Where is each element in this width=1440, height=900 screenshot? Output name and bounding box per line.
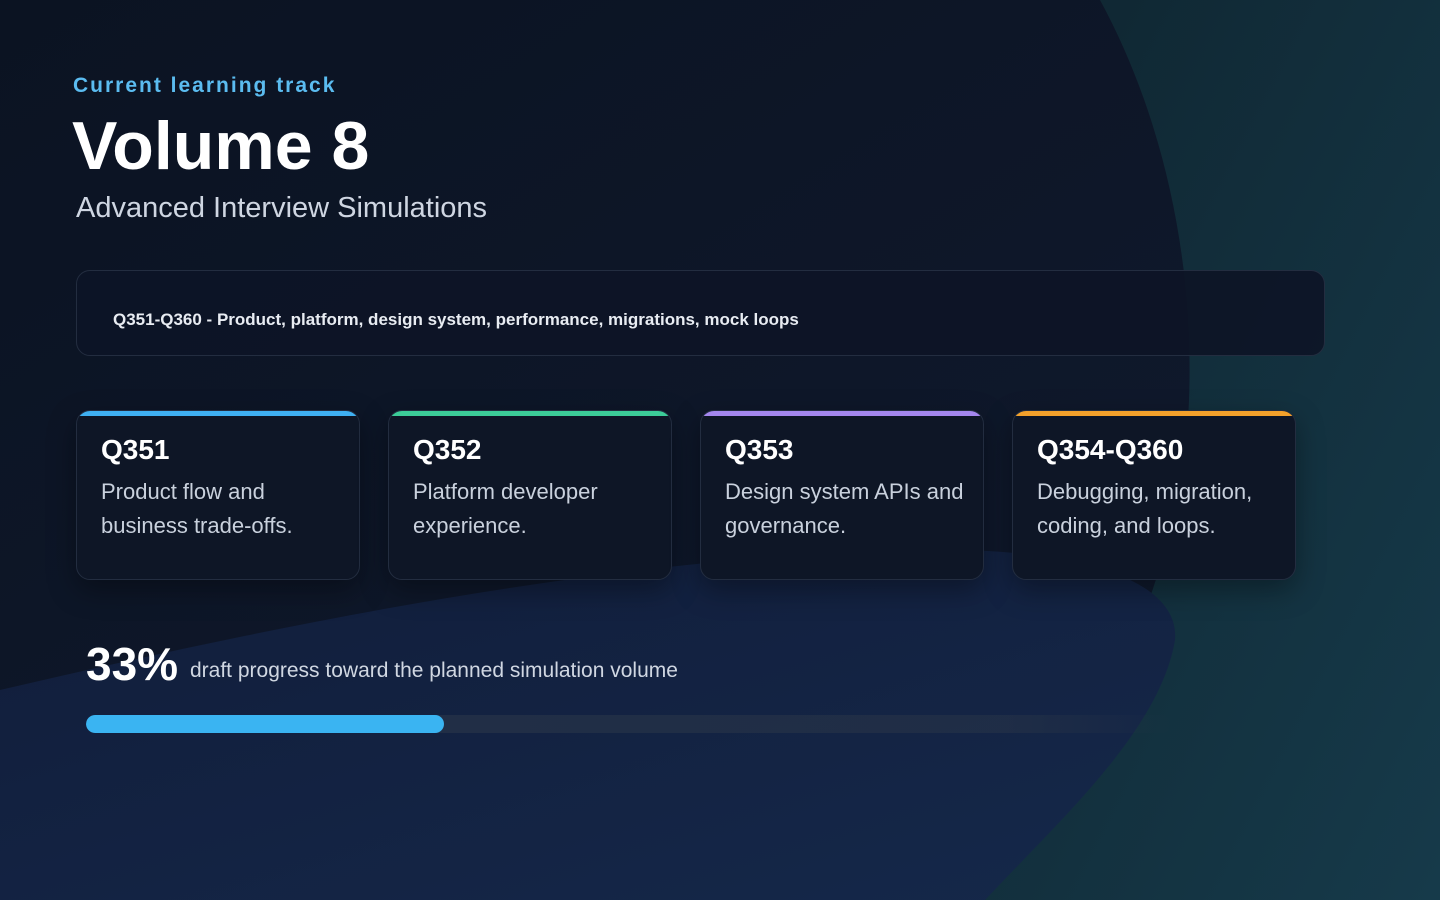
topic-id: Q352 — [413, 434, 482, 465]
progress-bar — [86, 715, 1171, 733]
topic-accent-bar — [77, 411, 359, 416]
learning-track-screen: Current learning track Volume 8 Advanced… — [0, 0, 1440, 900]
topic-accent-bar — [701, 411, 983, 416]
topic-accent-bar — [1013, 411, 1295, 416]
topic-description: Debugging, migration, coding, and loops. — [1037, 479, 1253, 538]
topic-id: Q353 — [725, 434, 794, 465]
question-range-text: Q351-Q360 - Product, platform, design sy… — [113, 310, 799, 329]
topic-accent-bar — [389, 411, 671, 416]
question-range-card: Q351-Q360 - Product, platform, design sy… — [76, 270, 1325, 356]
progress-percent: 33% — [86, 638, 179, 690]
topic-description: Product flow and business trade-offs. — [101, 479, 293, 538]
topic-description: Platform developer experience. — [413, 479, 598, 538]
topic-id: Q354-Q360 — [1037, 434, 1184, 465]
topic-card-q353[interactable]: Q353 Design system APIs and governance. — [700, 410, 984, 580]
topic-card-q352[interactable]: Q352 Platform developer experience. — [388, 410, 672, 580]
track-eyebrow: Current learning track — [73, 74, 337, 97]
page-title: Volume 8 — [72, 108, 370, 184]
topic-card-q351[interactable]: Q351 Product flow and business trade-off… — [76, 410, 360, 580]
topic-id: Q351 — [101, 434, 170, 465]
progress-caption: draft progress toward the planned simula… — [190, 659, 678, 682]
topic-card-q354-q360[interactable]: Q354-Q360 Debugging, migration, coding, … — [1012, 410, 1296, 580]
topic-description: Design system APIs and governance. — [725, 479, 964, 538]
page-subtitle: Advanced Interview Simulations — [76, 192, 488, 224]
progress-bar-fill — [86, 715, 445, 733]
